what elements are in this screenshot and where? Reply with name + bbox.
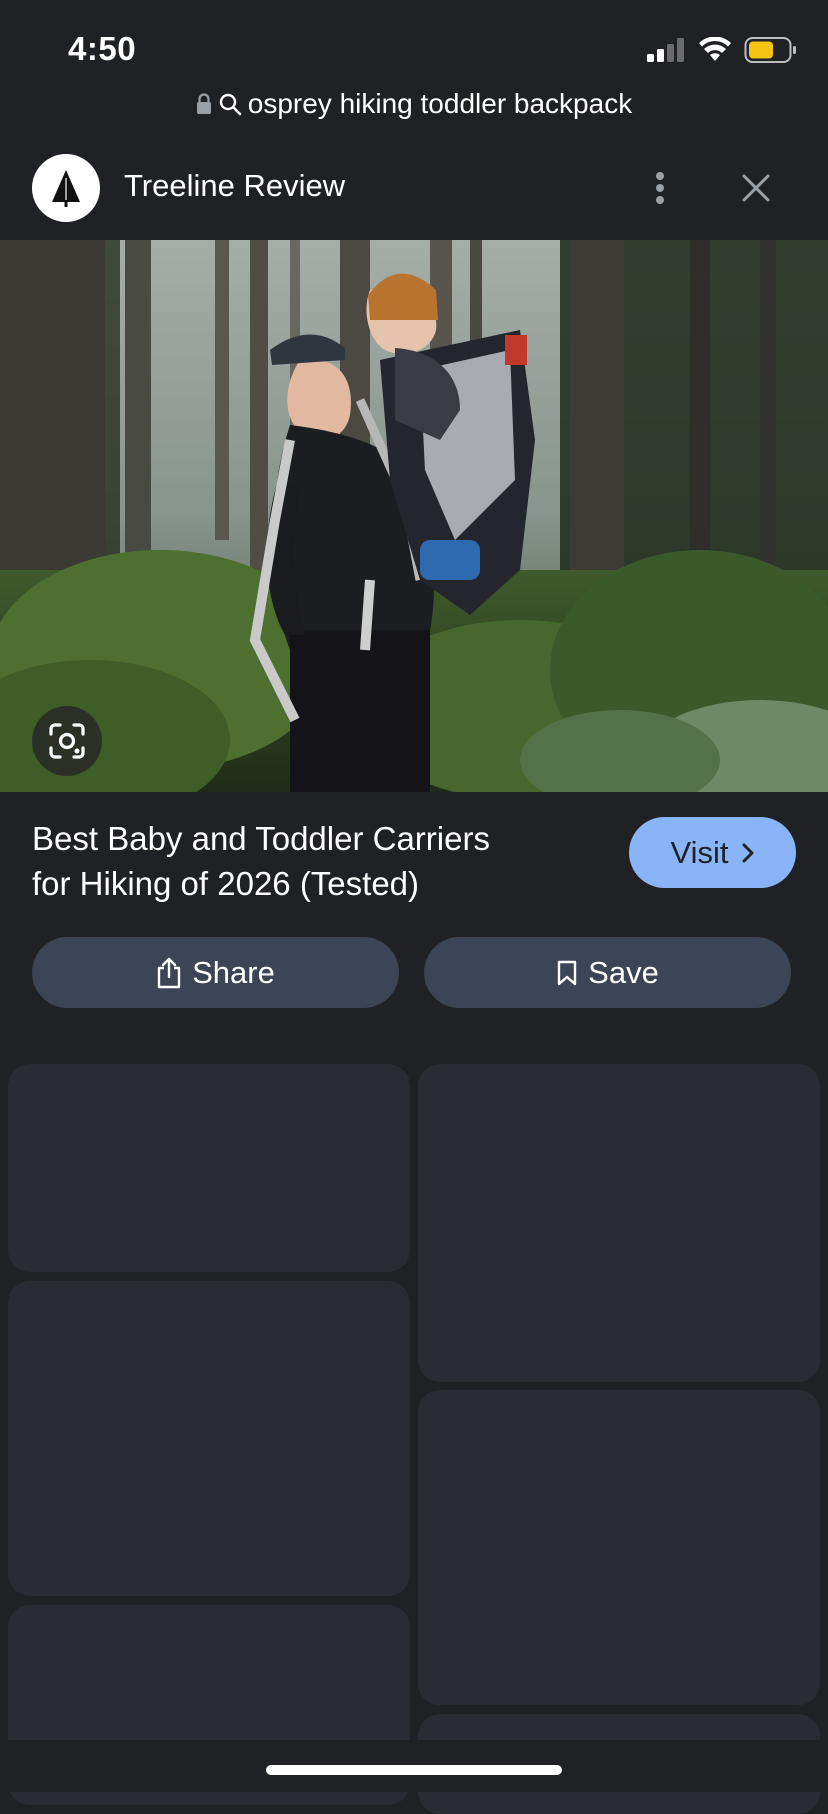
lock-icon xyxy=(196,93,211,114)
result-tile-placeholder[interactable] xyxy=(418,1390,820,1705)
save-button[interactable]: Save xyxy=(424,937,791,1008)
home-indicator[interactable] xyxy=(266,1765,562,1775)
site-logo[interactable] xyxy=(32,154,100,222)
treeline-logo-icon xyxy=(52,170,80,207)
more-vert-icon xyxy=(656,172,664,204)
result-title-line-2: for Hiking of 2026 (Tested) xyxy=(32,865,420,902)
url-bar[interactable]: osprey hiking toddler backpack xyxy=(0,84,828,124)
google-lens-button[interactable] xyxy=(32,706,102,776)
result-tile-placeholder[interactable] xyxy=(8,1064,410,1272)
result-tile-placeholder[interactable] xyxy=(418,1064,820,1382)
result-title-line-1: Best Baby and Toddler Carriers xyxy=(32,820,490,857)
result-title[interactable]: Best Baby and Toddler Carriers for Hikin… xyxy=(32,816,572,906)
visit-button-label: Visit xyxy=(670,834,729,870)
status-bar: 4:50 xyxy=(0,0,828,92)
more-options-button[interactable] xyxy=(640,162,680,214)
wifi-icon xyxy=(699,37,731,61)
url-bar-query: osprey hiking toddler backpack xyxy=(247,88,633,119)
status-time: 4:50 xyxy=(68,30,137,67)
result-tile-placeholder[interactable] xyxy=(8,1281,410,1596)
close-button[interactable] xyxy=(732,162,780,214)
share-button-label: Share xyxy=(192,954,275,990)
close-icon xyxy=(742,174,770,202)
site-name[interactable]: Treeline Review xyxy=(124,168,345,204)
visit-button[interactable]: Visit xyxy=(629,817,796,888)
status-icons xyxy=(646,34,798,66)
search-icon xyxy=(219,93,242,116)
hiking-photo xyxy=(0,240,828,792)
result-image[interactable] xyxy=(0,240,828,792)
share-icon xyxy=(157,957,181,988)
share-button[interactable]: Share xyxy=(32,937,399,1008)
bookmark-icon xyxy=(557,960,577,985)
google-lens-icon xyxy=(49,723,85,759)
cellular-signal-icon xyxy=(647,38,684,62)
save-button-label: Save xyxy=(588,954,659,990)
chevron-right-icon xyxy=(742,843,753,862)
battery-icon xyxy=(744,37,796,63)
site-header: Treeline Review xyxy=(0,150,828,226)
